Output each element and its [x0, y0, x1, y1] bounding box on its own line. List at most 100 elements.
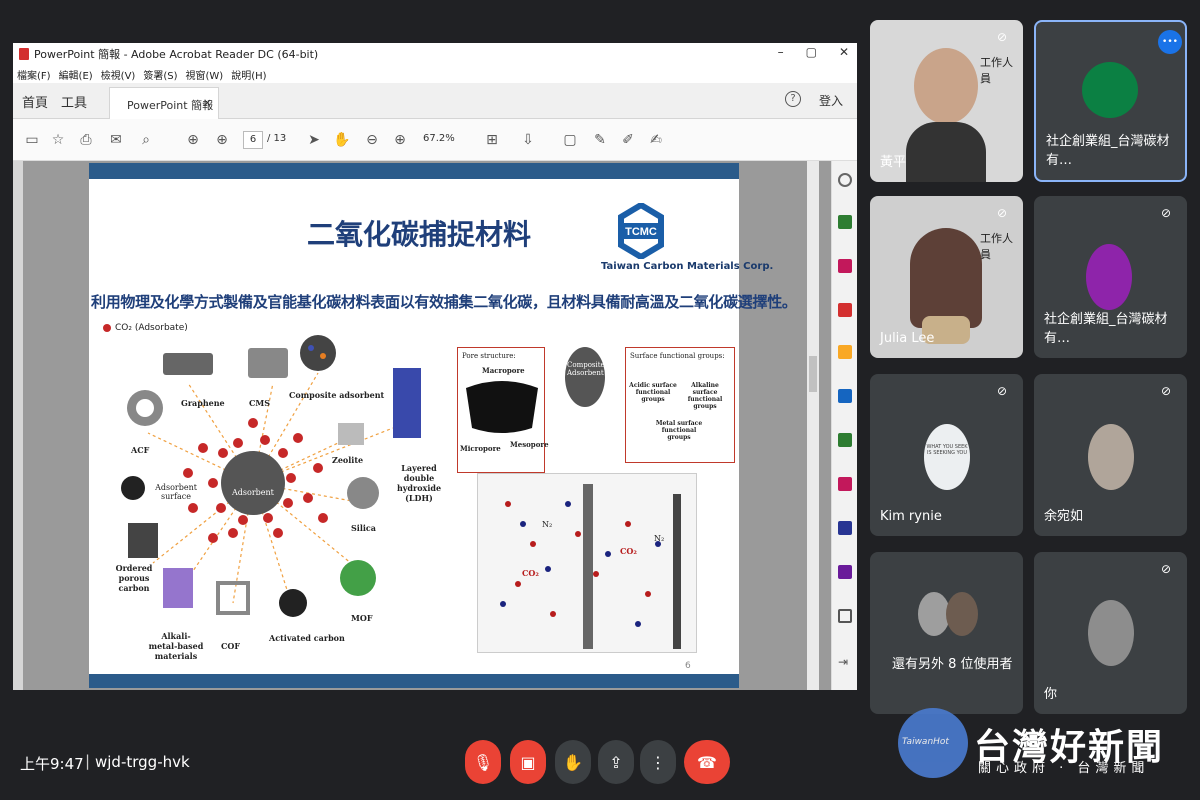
acrobat-toolbar: ▭ ☆ ⎙ ✉ ⌕ ⊕ ⊕ 6 / 13 ➤ ✋ ⊖ ⊕ 67.2% ⊞ ⇩ ▢… — [13, 119, 857, 161]
avatar — [1082, 62, 1138, 118]
create-pdf-icon[interactable] — [838, 303, 852, 317]
label-micropore: Micropore — [460, 444, 501, 453]
participant-name: Julia Lee — [880, 331, 935, 346]
print-icon[interactable]: ⎙ — [77, 131, 95, 149]
label-composite: Composite adsorbent — [289, 390, 385, 400]
label-silica: Silica — [351, 523, 376, 533]
participant-tile[interactable]: 還有另外 8 位使用者 — [870, 552, 1023, 714]
slide-page: 二氧化碳捕捉材料 TCMC Taiwan Carbon Materials Co… — [89, 163, 797, 688]
minimize-button[interactable]: – — [778, 45, 784, 59]
avatar — [1086, 244, 1132, 310]
slide-subtitle: 利用物理及化學方式製備及官能基化碳材料表面以有效捕集二氧化碳，且材料具備耐高溫及… — [91, 293, 797, 311]
star-icon[interactable]: ☆ — [49, 131, 67, 149]
close-button[interactable]: ✕ — [839, 45, 849, 59]
zoom-select[interactable]: 67.2% — [423, 133, 455, 144]
raise-hand-button[interactable]: ✋ — [555, 740, 591, 784]
slide-top-band — [89, 163, 739, 179]
more-options-button[interactable]: ⋮ — [640, 740, 676, 784]
select-cursor-icon[interactable]: ➤ — [305, 131, 323, 149]
label-metal: Metal surface functional groups — [655, 420, 703, 441]
collapse-panel-icon[interactable]: ⇥ — [838, 655, 852, 669]
maximize-button[interactable]: ▢ — [806, 45, 817, 59]
menu-window[interactable]: 視窗(W) — [186, 67, 224, 82]
label-acf: ACF — [131, 445, 150, 455]
comment-icon[interactable]: ▢ — [561, 131, 579, 149]
composite-adsorbent-sphere: Composite Adsorbent — [565, 347, 605, 407]
avatar: WHAT YOU SEEK IS SEEKING YOU — [924, 424, 970, 490]
help-icon[interactable]: ? — [785, 91, 801, 107]
mic-off-icon: ⊘ — [997, 30, 1008, 44]
login-button[interactable]: 登入 — [819, 92, 843, 109]
simulation-render — [500, 484, 681, 649]
sign-icon[interactable]: ✐ — [619, 131, 637, 149]
tab-document[interactable]: PowerPoint 簡報 × — [109, 87, 219, 119]
fill-sign-icon[interactable] — [838, 477, 852, 491]
label-co2-left: CO₂ — [522, 568, 539, 578]
zoom-out-icon[interactable]: ⊖ — [363, 131, 381, 149]
edit-pdf-icon[interactable] — [838, 389, 852, 403]
participant-tile[interactable]: ⊘ 社企創業組_台灣碳材有… — [1034, 196, 1187, 358]
protect-icon[interactable] — [838, 521, 852, 535]
hand-tool-icon[interactable]: ✋ — [333, 131, 351, 149]
mic-toggle-button[interactable]: 🎙 — [465, 740, 501, 784]
label-activated: Activated carbon — [269, 633, 345, 643]
export-pdf-icon[interactable] — [838, 215, 852, 229]
participant-tile[interactable]: WHAT YOU SEEK IS SEEKING YOU ⊘ Kim rynie — [870, 374, 1023, 536]
comment-tool-icon[interactable] — [838, 345, 852, 359]
stamp-icon[interactable]: ✍ — [647, 131, 665, 149]
page-total: / 13 — [267, 133, 287, 144]
participant-tile[interactable]: ••• 社企創業組_台灣碳材有… — [1034, 20, 1187, 182]
participant-name: Kim rynie — [880, 509, 942, 524]
participant-tile[interactable]: ⊘ 余宛如 — [1034, 374, 1187, 536]
menu-view[interactable]: 檢視(V) — [101, 67, 136, 82]
menu-file[interactable]: 檔案(F) — [17, 67, 51, 82]
participant-tile[interactable]: 工作人員 ⊘ 黃平 — [870, 20, 1023, 182]
document-tab-label: PowerPoint 簡報 — [127, 99, 214, 112]
menu-edit[interactable]: 編輯(E) — [59, 67, 93, 82]
leave-call-button[interactable]: ☎ — [684, 740, 730, 784]
participant-tile-self[interactable]: ⊘ 你 — [1034, 552, 1187, 714]
company-name: Taiwan Carbon Materials Corp. — [601, 261, 774, 272]
pen-icon[interactable]: ✎ — [591, 131, 609, 149]
tab-home[interactable]: 首頁 — [22, 92, 48, 111]
staff-badge: 工作人員 — [980, 232, 1013, 261]
meeting-code: wjd-trgg-hvk — [95, 753, 190, 771]
close-tab-icon[interactable]: × — [203, 96, 212, 109]
more-options-button[interactable]: ••• — [1158, 30, 1182, 54]
participant-name: 你 — [1044, 687, 1058, 702]
slide-bottom-band — [89, 674, 739, 688]
avatar — [1088, 600, 1134, 666]
combine-files-icon[interactable] — [838, 433, 852, 447]
label-ordered: Ordered porous carbon — [115, 563, 153, 593]
scroll-thumb[interactable] — [809, 356, 817, 392]
label-zeolite: Zeolite — [332, 455, 364, 465]
left-nav-handle[interactable] — [13, 161, 23, 690]
vertical-scrollbar[interactable] — [807, 161, 819, 690]
camera-toggle-button[interactable]: ▣ — [510, 740, 546, 784]
participant-video — [914, 48, 978, 124]
prev-page-icon[interactable]: ⊕ — [184, 131, 202, 149]
send-signature-icon[interactable] — [838, 565, 852, 579]
tab-tools[interactable]: 工具 — [61, 92, 87, 111]
organize-pages-icon[interactable] — [838, 259, 852, 273]
search-icon[interactable] — [838, 173, 852, 187]
scroll-mode-icon[interactable]: ⇩ — [519, 131, 537, 149]
tcmc-logo: TCMC — [618, 203, 664, 259]
label-cms: CMS — [249, 398, 270, 408]
pore-structure-panel: Pore structure: Macropore Micropore Meso… — [457, 347, 549, 473]
more-tools-icon[interactable] — [838, 609, 852, 623]
participant-tile[interactable]: 工作人員 ⊘ Julia Lee — [870, 196, 1023, 358]
fit-page-icon[interactable]: ⊞ — [483, 131, 501, 149]
email-icon[interactable]: ✉ — [107, 131, 125, 149]
menu-help[interactable]: 說明(H) — [231, 67, 266, 82]
zoom-search-icon[interactable]: ⌕ — [137, 131, 155, 149]
page-number-input[interactable]: 6 — [243, 131, 263, 149]
mic-off-icon: ⊘ — [997, 206, 1008, 220]
next-page-icon[interactable]: ⊕ — [213, 131, 231, 149]
save-icon[interactable]: ▭ — [23, 131, 41, 149]
staff-badge: 工作人員 — [980, 56, 1013, 85]
menu-sign[interactable]: 簽署(S) — [143, 67, 177, 82]
present-button[interactable]: ⇪ — [598, 740, 634, 784]
label-surface-groups: Surface functional groups: — [630, 352, 725, 360]
zoom-in-icon[interactable]: ⊕ — [391, 131, 409, 149]
